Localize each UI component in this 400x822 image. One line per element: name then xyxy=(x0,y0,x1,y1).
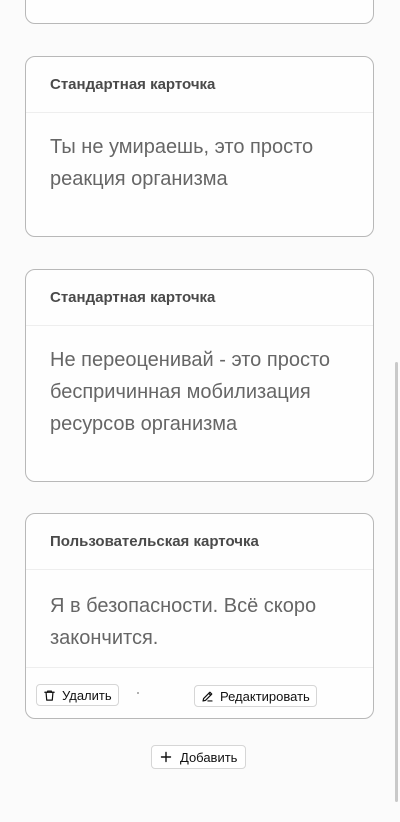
separator-dot xyxy=(137,692,139,694)
edit-button-label: Редактировать xyxy=(220,688,310,704)
card-text: Не переоценивай - это просто беспричинна… xyxy=(50,349,330,435)
card-partial-top xyxy=(25,0,374,24)
card-header: Стандартная карточка xyxy=(26,57,373,113)
add-button[interactable]: Добавить xyxy=(151,745,247,769)
pencil-icon xyxy=(202,691,213,702)
delete-button-label: Удалить xyxy=(62,687,112,703)
card-text: Я в безопасности. Всё скоро закончится. xyxy=(50,595,317,649)
card-custom: Пользовательская карточка Я в безопаснос… xyxy=(25,513,374,719)
card-header: Стандартная карточка xyxy=(26,270,373,326)
card-standard-2: Стандартная карточка Не переоценивай - э… xyxy=(25,269,374,482)
plus-icon xyxy=(160,751,172,763)
scrollbar[interactable] xyxy=(395,362,398,802)
card-header: Пользовательская карточка xyxy=(26,514,373,570)
add-button-label: Добавить xyxy=(180,749,238,765)
trash-icon xyxy=(44,689,55,701)
card-text: Ты не умираешь, это просто реакция орган… xyxy=(50,136,314,190)
card-standard-1: Стандартная карточка Ты не умираешь, это… xyxy=(25,56,374,237)
edit-button[interactable]: Редактировать xyxy=(194,685,317,707)
delete-button[interactable]: Удалить xyxy=(36,684,119,706)
